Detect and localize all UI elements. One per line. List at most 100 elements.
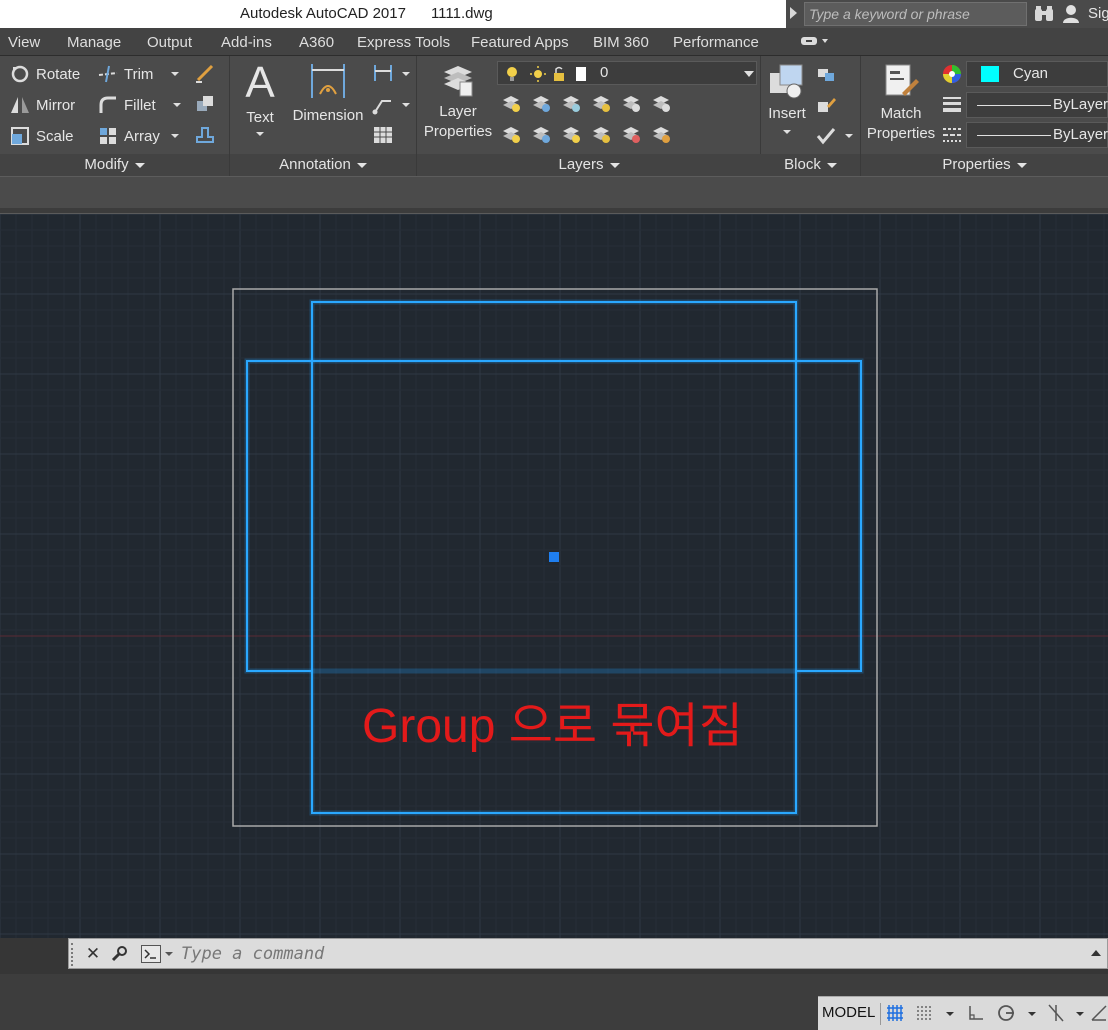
chevron-up-icon[interactable] <box>1091 950 1101 956</box>
block-panel-title[interactable]: Block <box>761 154 860 176</box>
user-icon[interactable] <box>1062 4 1080 24</box>
expand-arrow-icon[interactable] <box>790 7 797 19</box>
layer-walk-icon[interactable] <box>560 123 582 145</box>
grid-display-icon[interactable] <box>880 1003 903 1025</box>
tab-a360[interactable]: A360 <box>299 34 334 51</box>
color-dropdown[interactable]: Cyan <box>966 61 1108 87</box>
binoculars-icon[interactable] <box>1034 5 1054 23</box>
command-input[interactable]: Type a command <box>181 944 324 964</box>
text-button[interactable]: A Text <box>240 58 280 136</box>
tab-output[interactable]: Output <box>147 34 192 51</box>
color-wheel-icon <box>941 63 963 85</box>
ortho-mode-icon[interactable] <box>966 1003 988 1025</box>
erase-icon[interactable] <box>194 62 216 84</box>
rotate-icon <box>10 64 30 84</box>
table-icon[interactable] <box>372 124 394 146</box>
linetype-icon <box>941 124 963 146</box>
layer-copy-icon[interactable] <box>530 123 552 145</box>
match-properties-button[interactable]: Match Properties <box>863 60 939 144</box>
layer-properties-label-2: Properties <box>423 123 493 140</box>
layer-dropdown[interactable]: 0 <box>497 61 757 85</box>
array-dropdown-icon[interactable] <box>171 134 179 138</box>
trim-icon <box>98 64 118 84</box>
tab-add-ins[interactable]: Add-ins <box>221 34 272 51</box>
layer-isolate-icon[interactable] <box>560 92 582 114</box>
linear-dimension-icon[interactable] <box>372 62 394 84</box>
rect-right-part[interactable] <box>796 360 862 672</box>
rotate-button[interactable]: Rotate <box>10 62 80 86</box>
layer-previous-icon[interactable] <box>530 92 552 114</box>
trim-dropdown-icon[interactable] <box>171 72 179 76</box>
mirror-button[interactable]: Mirror <box>10 93 75 117</box>
ribbon-options-icon[interactable] <box>800 34 830 51</box>
layer-freeze-icon[interactable] <box>620 92 642 114</box>
drag-handle[interactable] <box>71 943 79 966</box>
polar-tracking-icon[interactable] <box>996 1003 1018 1025</box>
tab-featured-apps[interactable]: Featured Apps <box>471 34 569 51</box>
array-label: Array <box>124 127 160 145</box>
sign-in-link[interactable]: Sig <box>1088 5 1108 22</box>
window-title: Autodesk AutoCAD 2017 1111.dwg <box>240 5 493 22</box>
trim-button[interactable]: Trim <box>98 62 153 86</box>
rect-left-part[interactable] <box>246 360 312 672</box>
drawing-canvas[interactable]: Group 으로 묶여짐 <box>0 214 1108 954</box>
properties-panel-title[interactable]: Properties <box>861 154 1108 176</box>
insert-button[interactable]: Insert <box>763 58 811 134</box>
recent-commands-dropdown-icon[interactable] <box>165 952 173 956</box>
annotation-panel-title[interactable]: Annotation <box>230 154 416 176</box>
layer-states-icon[interactable] <box>650 92 672 114</box>
tab-manage[interactable]: Manage <box>67 34 121 51</box>
snap-dropdown-icon[interactable] <box>946 1012 954 1016</box>
lineweight-dropdown[interactable]: ByLayer <box>966 92 1108 118</box>
stretch-icon[interactable] <box>194 124 216 146</box>
color-swatch <box>981 66 999 82</box>
copy-icon[interactable] <box>194 93 216 115</box>
isometric-drafting-icon[interactable] <box>1046 1003 1068 1025</box>
scale-button[interactable]: Scale <box>10 124 74 148</box>
layer-combo-arrow-icon <box>744 71 754 77</box>
edit-block-icon[interactable] <box>815 94 837 116</box>
linear-dropdown-icon[interactable] <box>402 72 410 76</box>
layer-properties-button[interactable]: Layer Properties <box>419 58 497 142</box>
isometric-dropdown-icon[interactable] <box>1076 1012 1084 1016</box>
attributes-dropdown-icon[interactable] <box>845 134 853 138</box>
polar-dropdown-icon[interactable] <box>1028 1012 1036 1016</box>
leader-dropdown-icon[interactable] <box>402 103 410 107</box>
text-label: Text <box>246 109 274 126</box>
create-block-icon[interactable] <box>815 63 837 85</box>
modify-panel-title[interactable]: Modify <box>0 154 229 176</box>
layers-title-text: Layers <box>558 156 604 173</box>
layer-make-current-icon[interactable] <box>500 123 522 145</box>
layer-off-icon[interactable] <box>620 123 642 145</box>
dimension-button[interactable]: Dimension <box>290 60 366 126</box>
snap-mode-icon[interactable] <box>914 1003 936 1025</box>
linetype-dropdown[interactable]: ByLayer <box>966 122 1108 148</box>
close-icon[interactable]: ✕ <box>83 942 103 966</box>
tab-express-tools[interactable]: Express Tools <box>357 34 450 51</box>
layer-delete-icon[interactable] <box>650 123 672 145</box>
fillet-button[interactable]: Fillet <box>98 93 156 117</box>
command-prompt-icon[interactable] <box>141 945 161 963</box>
leader-icon[interactable] <box>372 93 394 115</box>
command-line[interactable]: ✕ Type a command <box>68 938 1108 969</box>
fillet-dropdown-icon[interactable] <box>173 103 181 107</box>
array-button[interactable]: Array <box>98 124 160 148</box>
group-grip[interactable] <box>549 552 559 562</box>
scale-icon <box>10 126 30 146</box>
layer-unisolate-icon[interactable] <box>590 92 612 114</box>
tab-bim-360[interactable]: BIM 360 <box>593 34 649 51</box>
wrench-icon[interactable] <box>109 942 129 966</box>
search-input[interactable]: Type a keyword or phrase <box>804 2 1027 26</box>
object-snap-tracking-icon[interactable] <box>1090 1003 1108 1025</box>
model-space-button[interactable]: MODEL <box>822 1004 875 1021</box>
tab-view[interactable]: View <box>8 34 40 51</box>
layers-panel-title[interactable]: Layers <box>417 154 761 176</box>
model-space[interactable] <box>0 214 1108 954</box>
layer-state-icons <box>507 66 586 82</box>
block-attributes-icon[interactable] <box>815 125 837 147</box>
layer-match-icon[interactable] <box>500 92 522 114</box>
tab-performance[interactable]: Performance <box>673 34 759 51</box>
match-properties-label-1: Match <box>880 105 922 122</box>
layer-lock-icon[interactable] <box>590 123 612 145</box>
modify-panel: Rotate Mirror Scale Trim Fillet Array Mo… <box>0 56 230 176</box>
